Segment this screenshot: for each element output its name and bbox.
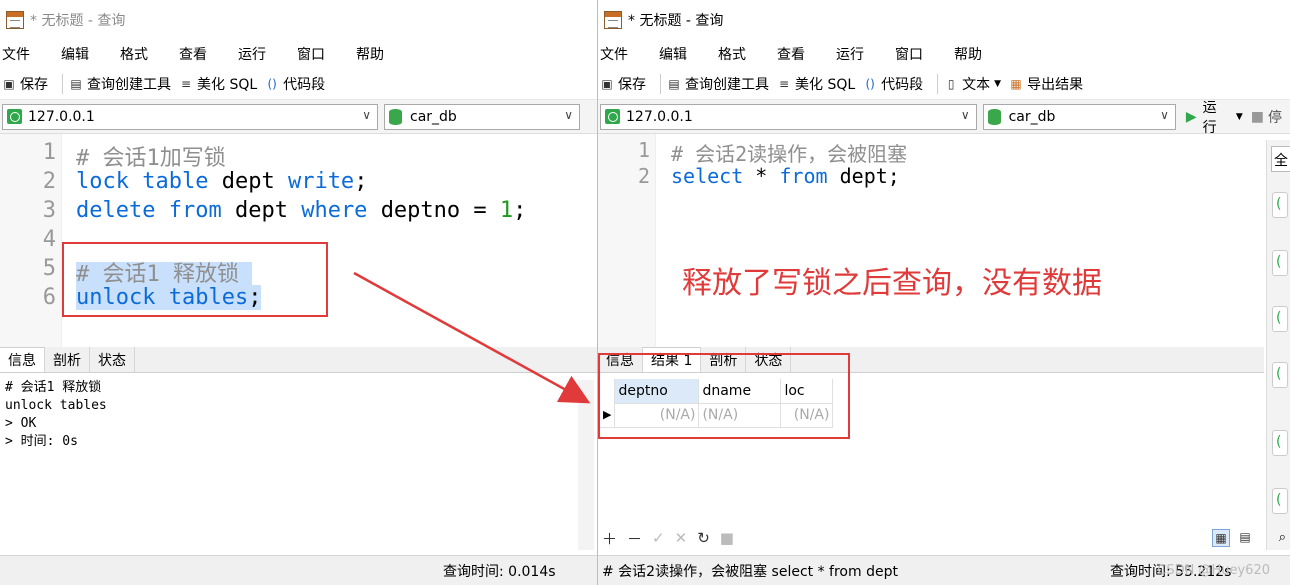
- annotation-arrow: [353, 271, 591, 404]
- arrow-line: [353, 271, 591, 404]
